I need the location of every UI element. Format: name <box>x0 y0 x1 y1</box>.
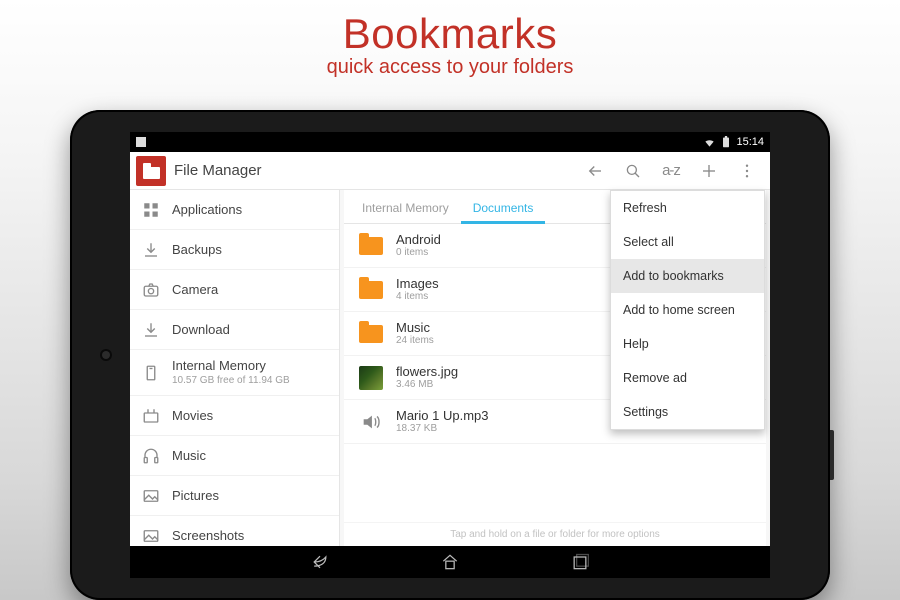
sidebar-item-applications[interactable]: Applications <box>130 190 339 230</box>
file-name: Mario 1 Up.mp3 <box>396 408 488 424</box>
tablet-camera-dot <box>102 351 110 359</box>
folder-icon <box>358 277 384 303</box>
sidebar-item-camera[interactable]: Camera <box>130 270 339 310</box>
menu-label: Remove ad <box>623 371 687 385</box>
folder-icon <box>358 233 384 259</box>
list-hint: Tap and hold on a file or folder for mor… <box>344 522 766 546</box>
sidebar-item-internal-memory[interactable]: Internal Memory 10.57 GB free of 11.94 G… <box>130 350 339 396</box>
menu-label: Add to home screen <box>623 303 735 317</box>
tab-label: Documents <box>473 201 534 215</box>
back-button[interactable] <box>576 152 614 190</box>
nav-back-icon[interactable] <box>310 552 330 572</box>
nav-home-icon[interactable] <box>440 552 460 572</box>
menu-item-refresh[interactable]: Refresh <box>611 191 764 225</box>
promo-heading: Bookmarks quick access to your folders <box>0 0 900 79</box>
nav-recent-icon[interactable] <box>570 552 590 572</box>
download-icon <box>142 321 160 339</box>
app-bar: File Manager a-z <box>130 152 770 190</box>
wifi-icon <box>703 137 716 148</box>
apps-icon <box>142 201 160 219</box>
tab-label: Internal Memory <box>362 201 449 215</box>
sidebar-item-backups[interactable]: Backups <box>130 230 339 270</box>
sidebar-item-label: Download <box>172 322 230 337</box>
folder-icon <box>358 321 384 347</box>
sidebar-item-download[interactable]: Download <box>130 310 339 350</box>
file-meta: 24 items <box>396 335 434 347</box>
file-meta: 3.46 MB <box>396 379 458 391</box>
file-name: flowers.jpg <box>396 364 458 380</box>
file-meta: 0 items <box>396 247 441 259</box>
movies-icon <box>142 407 160 425</box>
menu-item-add-homescreen[interactable]: Add to home screen <box>611 293 764 327</box>
menu-label: Add to bookmarks <box>623 269 724 283</box>
sidebar-item-label: Applications <box>172 202 242 217</box>
overflow-button[interactable] <box>728 152 766 190</box>
tablet-power-button <box>830 430 834 480</box>
file-name: Android <box>396 232 441 248</box>
sidebar-item-label: Pictures <box>172 488 219 503</box>
headphones-icon <box>142 447 160 465</box>
status-app-indicator <box>136 137 146 147</box>
search-button[interactable] <box>614 152 652 190</box>
tab-documents[interactable]: Documents <box>461 201 546 224</box>
battery-icon <box>722 136 730 148</box>
tablet-screen: 15:14 File Manager a-z <box>130 132 770 578</box>
image-thumb-icon <box>358 365 384 391</box>
pictures-icon <box>142 527 160 545</box>
sidebar-item-label: Camera <box>172 282 218 297</box>
promo-subtitle: quick access to your folders <box>0 56 900 79</box>
sort-button[interactable]: a-z <box>652 152 690 190</box>
status-time: 15:14 <box>736 136 764 148</box>
sort-label: a-z <box>662 162 680 179</box>
menu-label: Help <box>623 337 649 351</box>
sidebar-item-screenshots[interactable]: Screenshots <box>130 516 339 546</box>
sidebar-item-label: Internal Memory <box>172 358 290 374</box>
file-name: Music <box>396 320 434 336</box>
app-icon <box>136 156 166 186</box>
download-icon <box>142 241 160 259</box>
file-meta: 4 items <box>396 291 439 303</box>
app-title: File Manager <box>174 162 262 179</box>
pictures-icon <box>142 487 160 505</box>
file-meta: 18.37 KB <box>396 423 488 435</box>
menu-label: Select all <box>623 235 674 249</box>
sidebar-item-pictures[interactable]: Pictures <box>130 476 339 516</box>
menu-label: Settings <box>623 405 668 419</box>
menu-item-select-all[interactable]: Select all <box>611 225 764 259</box>
storage-icon <box>142 364 160 382</box>
overflow-menu: Refresh Select all Add to bookmarks Add … <box>610 190 765 430</box>
menu-item-help[interactable]: Help <box>611 327 764 361</box>
android-nav-bar <box>130 546 770 578</box>
status-right: 15:14 <box>703 136 764 148</box>
sidebar-item-meta: 10.57 GB free of 11.94 GB <box>172 375 290 387</box>
add-button[interactable] <box>690 152 728 190</box>
sidebar-item-label: Backups <box>172 242 222 257</box>
menu-label: Refresh <box>623 201 667 215</box>
sidebar-item-music[interactable]: Music <box>130 436 339 476</box>
menu-item-add-bookmarks[interactable]: Add to bookmarks <box>611 259 764 293</box>
tab-internal-memory[interactable]: Internal Memory <box>350 201 461 224</box>
sidebar-item-movies[interactable]: Movies <box>130 396 339 436</box>
status-bar: 15:14 <box>130 132 770 152</box>
camera-icon <box>142 281 160 299</box>
sidebar-item-label: Movies <box>172 408 213 423</box>
audio-icon <box>358 409 384 435</box>
menu-item-settings[interactable]: Settings <box>611 395 764 429</box>
promo-title: Bookmarks <box>0 10 900 58</box>
sidebar-item-label: Screenshots <box>172 528 244 543</box>
menu-item-remove-ad[interactable]: Remove ad <box>611 361 764 395</box>
file-name: Images <box>396 276 439 292</box>
sidebar-item-label: Music <box>172 448 206 463</box>
tablet-frame: 15:14 File Manager a-z <box>70 110 830 600</box>
sidebar: Applications Backups Camera Download <box>130 190 340 546</box>
hint-text: Tap and hold on a file or folder for mor… <box>450 529 660 540</box>
